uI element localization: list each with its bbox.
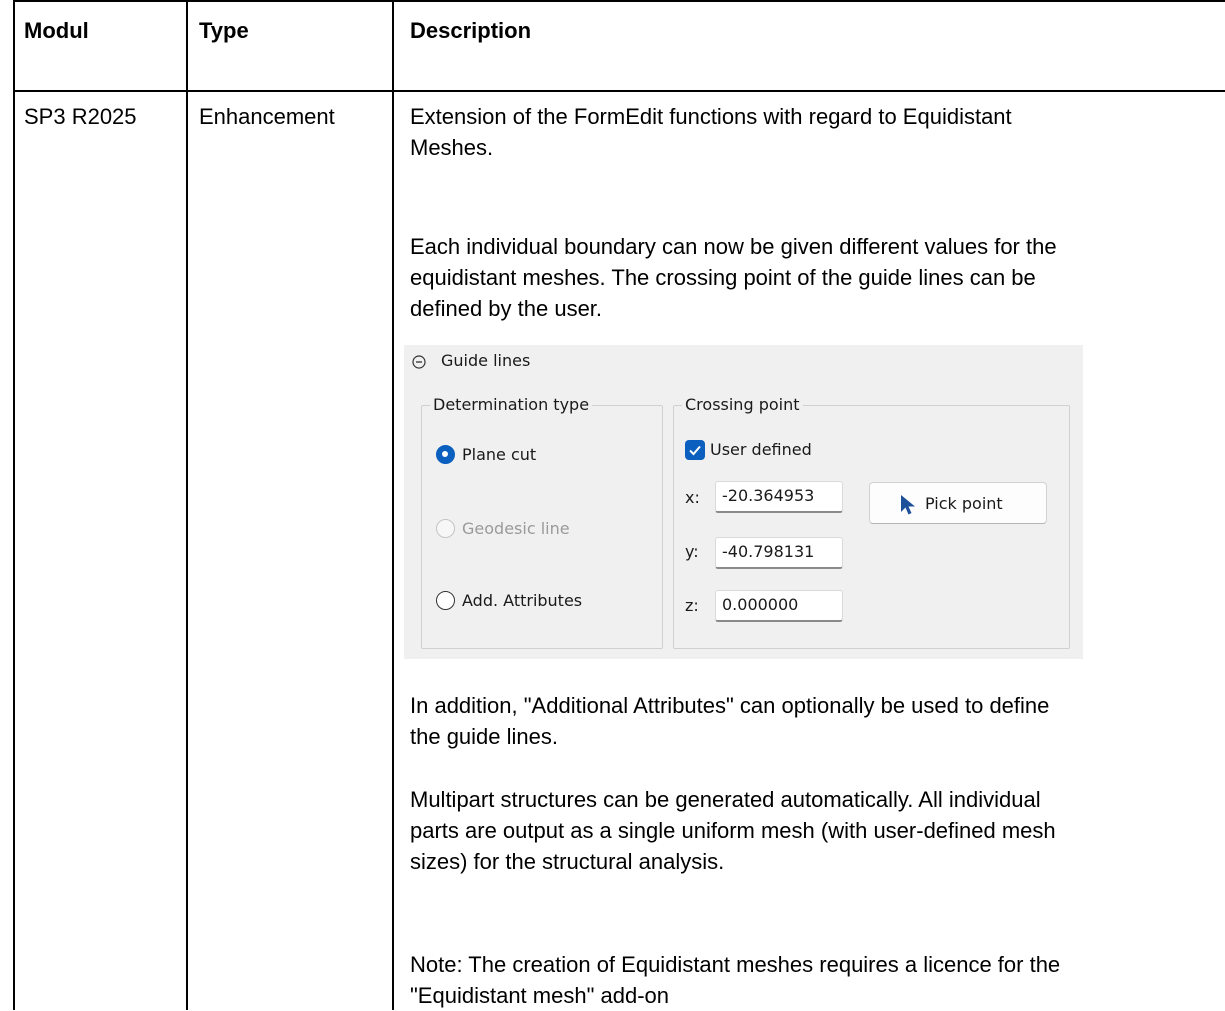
- y-label: y:: [685, 542, 699, 561]
- paragraph-line: Each individual boundary can now be give…: [410, 234, 1057, 259]
- paragraph-line: the guide lines.: [410, 724, 558, 749]
- paragraph-line: defined by the user.: [410, 296, 603, 321]
- pick-point-label: Pick point: [925, 494, 1003, 513]
- description-paragraph-3: In addition, "Additional Attributes" can…: [410, 690, 1215, 752]
- description-paragraph-5: Note: The creation of Equidistant meshes…: [410, 949, 1215, 1011]
- section-title: Guide lines: [441, 351, 531, 370]
- user-defined-label[interactable]: User defined: [710, 440, 812, 460]
- y-coordinate-input[interactable]: -40.798131: [715, 537, 843, 569]
- cursor-arrow-icon: [901, 495, 915, 515]
- column-divider-1: [186, 0, 188, 1010]
- paragraph-line: Multipart structures can be generated au…: [410, 787, 1041, 812]
- table-header-divider: [13, 90, 1225, 92]
- z-coordinate-input[interactable]: 0.000000: [715, 590, 843, 622]
- collapse-icon[interactable]: [412, 355, 426, 369]
- radio-geodesic-line-label: Geodesic line: [462, 519, 570, 538]
- radio-add-attributes-label[interactable]: Add. Attributes: [462, 591, 582, 611]
- crossing-point-legend: Crossing point: [682, 396, 803, 414]
- determination-type-legend: Determination type: [430, 396, 593, 414]
- paragraph-line: In addition, "Additional Attributes" can…: [410, 693, 1050, 718]
- paragraph-line: "Equidistant mesh" add-on: [410, 983, 669, 1008]
- description-paragraph-1: Extension of the FormEdit functions with…: [410, 101, 1215, 163]
- header-type: Type: [199, 18, 249, 43]
- pick-point-button[interactable]: Pick point: [869, 482, 1047, 524]
- paragraph-line: equidistant meshes. The crossing point o…: [410, 265, 1036, 290]
- paragraph-line: Note: The creation of Equidistant meshes…: [410, 952, 1061, 977]
- paragraph-line: Meshes.: [410, 135, 494, 160]
- description-paragraph-2: Each individual boundary can now be give…: [410, 231, 1215, 324]
- checkmark-icon: [689, 445, 701, 456]
- column-divider-2: [392, 0, 394, 1010]
- paragraph-line: Extension of the FormEdit functions with…: [410, 104, 1012, 129]
- radio-plane-cut[interactable]: [436, 445, 455, 464]
- x-coordinate-input[interactable]: -20.364953: [715, 481, 843, 513]
- radio-geodesic-line: [436, 519, 455, 538]
- paragraph-line: parts are output as a single uniform mes…: [410, 818, 1056, 843]
- table-top-border: [13, 0, 1225, 2]
- radio-add-attributes[interactable]: [436, 591, 455, 610]
- header-modul: Modul: [24, 18, 89, 43]
- cell-type: Enhancement: [199, 104, 335, 129]
- user-defined-checkbox[interactable]: [685, 440, 705, 460]
- cell-modul: SP3 R2025: [24, 104, 137, 129]
- table-left-border: [13, 0, 15, 1010]
- description-paragraph-4: Multipart structures can be generated au…: [410, 784, 1215, 877]
- guide-lines-panel: Guide lines Determination type Plane cut…: [404, 345, 1083, 659]
- header-description: Description: [410, 18, 532, 43]
- z-label: z:: [685, 596, 699, 615]
- radio-plane-cut-label[interactable]: Plane cut: [462, 445, 536, 465]
- paragraph-line: sizes) for the structural analysis.: [410, 849, 725, 874]
- x-label: x:: [685, 488, 700, 507]
